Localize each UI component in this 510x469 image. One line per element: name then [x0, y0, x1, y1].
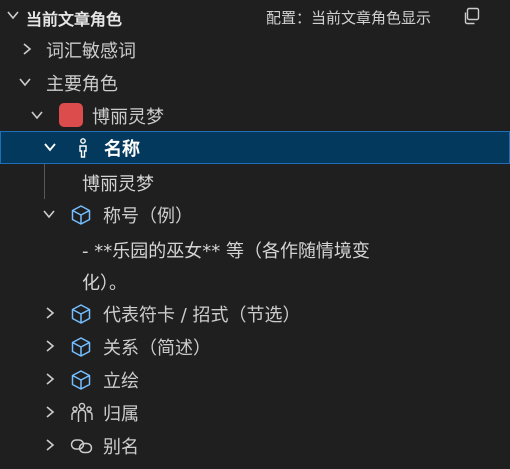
- title-value-line-2: 化）。: [82, 273, 127, 294]
- tree-item-label: 代表符卡 / 招式（节选）: [103, 305, 301, 326]
- chevron-right-icon[interactable]: [43, 339, 57, 353]
- tree-item-character[interactable]: 博丽灵梦: [0, 99, 510, 132]
- indent-guide: [44, 164, 45, 199]
- tree-item-portrait[interactable]: 立绘: [0, 363, 510, 396]
- tree-item-label: 主要角色: [46, 74, 118, 95]
- tree-item-vocab[interactable]: 词汇敏感词: [0, 33, 510, 66]
- chevron-right-icon[interactable]: [43, 438, 57, 452]
- chevron-right-icon[interactable]: [43, 306, 57, 320]
- chevron-right-icon[interactable]: [43, 405, 57, 419]
- chevron-down-icon[interactable]: [6, 8, 20, 22]
- tree-item-alias[interactable]: 别名: [0, 429, 510, 462]
- copy-icon[interactable]: [462, 7, 480, 25]
- person-icon: [79, 138, 87, 158]
- cube-icon: [71, 370, 91, 390]
- cube-icon: [71, 205, 91, 225]
- tree-item-name[interactable]: 名称: [0, 131, 510, 164]
- section-header[interactable]: 当前文章角色 配置：当前文章角色显示: [0, 0, 510, 33]
- character-color-swatch: [59, 103, 83, 127]
- tree-item-affiliation[interactable]: 归属: [0, 396, 510, 429]
- name-value: 博丽灵梦: [82, 174, 154, 195]
- title-value-line-1: - **乐园的巫女** 等（各作随情境变: [82, 241, 370, 262]
- tree-item-label: 关系（简述）: [103, 338, 211, 359]
- cube-icon: [71, 304, 91, 324]
- tree-item-label: 归属: [103, 404, 139, 425]
- chevron-down-icon[interactable]: [42, 207, 56, 221]
- tree-item-relations[interactable]: 关系（简述）: [0, 330, 510, 363]
- tree-item-label: 词汇敏感词: [46, 41, 136, 62]
- tree-item-label: 博丽灵梦: [92, 107, 164, 128]
- tree-item-spell-cards[interactable]: 代表符卡 / 招式（节选）: [0, 297, 510, 330]
- chevron-right-icon[interactable]: [43, 372, 57, 386]
- section-title: 当前文章角色: [26, 10, 123, 29]
- chevron-down-icon[interactable]: [43, 140, 57, 154]
- cube-icon: [71, 337, 91, 357]
- chevron-down-icon[interactable]: [30, 108, 44, 122]
- tree-item-label: 别名: [103, 437, 139, 458]
- tree-item-title[interactable]: 称号（例）: [0, 198, 510, 231]
- chevron-down-icon[interactable]: [18, 75, 32, 89]
- group-icon: [71, 402, 93, 422]
- tree-item-label: 立绘: [103, 371, 139, 392]
- link-icon: [70, 439, 93, 454]
- tree-item-main-roles[interactable]: 主要角色: [0, 66, 510, 99]
- tree-item-label: 名称: [104, 139, 140, 160]
- chevron-right-icon[interactable]: [20, 42, 34, 56]
- tree-item-label: 称号（例）: [103, 206, 193, 227]
- config-label[interactable]: 配置：当前文章角色显示: [266, 7, 431, 28]
